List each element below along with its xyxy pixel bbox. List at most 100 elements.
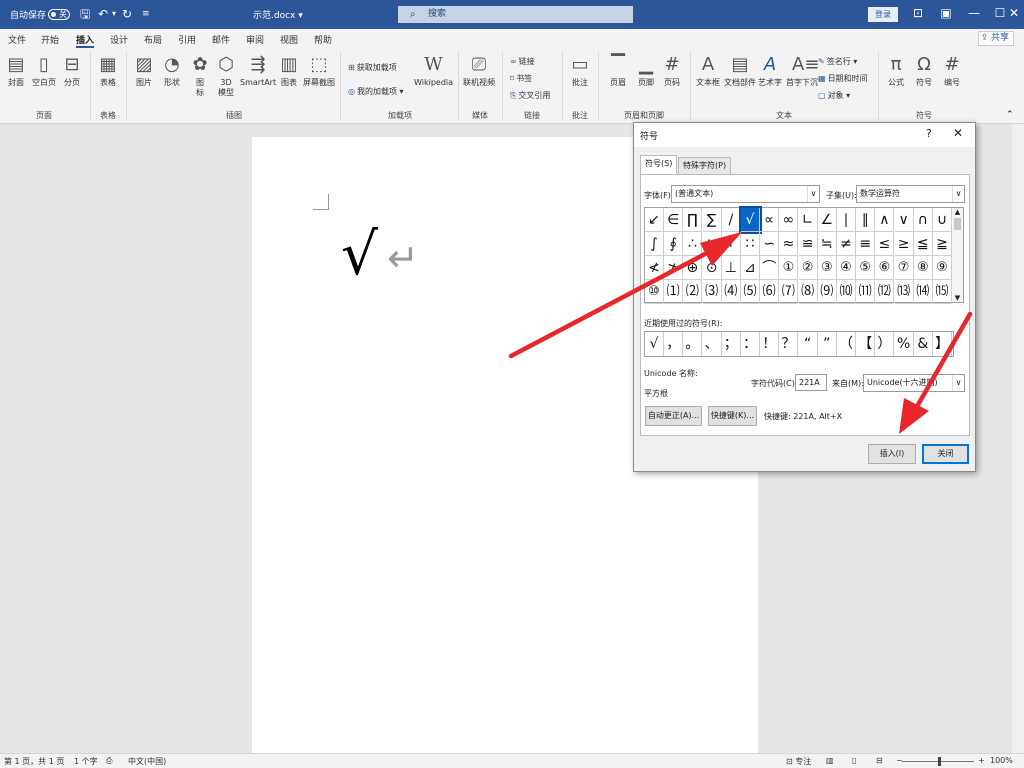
symbol-cell[interactable]: ⑦ [894, 256, 914, 280]
symbol-cell[interactable]: ≒ [817, 232, 837, 256]
symbol-cell[interactable]: ∷ [741, 232, 760, 256]
table-button[interactable]: ▦ 表格 [98, 54, 118, 88]
recent-symbol-cell[interactable]: ， [664, 332, 684, 356]
scroll-up-icon[interactable]: ▲ [952, 208, 963, 216]
proofing-icon[interactable]: ⎙ [106, 756, 112, 766]
wordart-button[interactable]: A 艺术字 [758, 54, 782, 88]
char-code-input[interactable]: 221A [795, 374, 827, 391]
icons-button[interactable]: ✿ 图标 [190, 54, 210, 98]
symbol-cell[interactable]: ∈ [664, 208, 684, 232]
shapes-button[interactable]: ◔ 形状 [162, 54, 182, 88]
tab-home[interactable]: 开始 [41, 33, 59, 46]
recent-symbol-cell[interactable]: ？ [779, 332, 799, 356]
symbol-cell[interactable]: ⒁ [913, 280, 933, 304]
symbol-cell[interactable]: ⑺ [779, 280, 799, 304]
chart-button[interactable]: ▥ 图表 [279, 54, 299, 88]
symbol-cell[interactable]: ② [798, 256, 818, 280]
pictures-button[interactable]: ▨ 图片 [134, 54, 154, 88]
collapse-ribbon-icon[interactable]: ⌃ [1006, 110, 1014, 120]
symbol-cell[interactable]: ⑨ [933, 256, 952, 280]
save-icon[interactable]: 🖫 [80, 7, 90, 21]
tab-symbols[interactable]: 符号(S) [640, 155, 678, 174]
read-mode-icon[interactable]: ▥ [826, 756, 834, 765]
symbol-cell[interactable]: ∑ [702, 208, 722, 232]
symbol-cell[interactable]: ≧ [933, 232, 952, 256]
get-addins-button[interactable]: ⊞ 获取加载项 [348, 62, 397, 73]
dialog-title-bar[interactable]: 符号 ? ✕ [634, 123, 975, 147]
symbol-cell[interactable]: ≡ [856, 232, 876, 256]
symbol-cell[interactable]: ∵ [702, 232, 722, 256]
recent-symbol-cell[interactable]: ” [818, 332, 837, 356]
tab-design[interactable]: 设计 [110, 33, 128, 46]
tab-references[interactable]: 引用 [178, 33, 196, 46]
blank-page-button[interactable]: ▯ 空白页 [32, 54, 56, 88]
recent-symbol-cell[interactable]: “ [799, 332, 818, 356]
login-button[interactable]: 登录 [868, 7, 898, 22]
link-button[interactable]: ∞ 链接 [510, 56, 535, 67]
recent-symbol-cell[interactable]: & [914, 332, 933, 356]
quick-parts-button[interactable]: ▤ 文档部件 [724, 54, 756, 88]
symbol-cell[interactable]: ⑷ [721, 280, 741, 304]
symbol-cell[interactable]: ≮ [645, 256, 664, 280]
inserted-symbol[interactable]: √ [341, 222, 378, 286]
word-count[interactable]: 1 个字 [74, 756, 98, 767]
symbol-cell-selected[interactable]: √ [739, 206, 762, 234]
recent-symbol-cell[interactable]: 】 [933, 332, 952, 356]
symbol-grid-scrollbar[interactable]: ▲ ▼ [952, 207, 964, 303]
recent-symbol-cell[interactable]: ： [741, 332, 760, 356]
symbol-cell[interactable]: ⑩ [645, 280, 664, 304]
symbol-cell[interactable]: ≥ [894, 232, 914, 256]
symbol-cell[interactable]: ⑧ [913, 256, 933, 280]
page-break-button[interactable]: ⊟ 分页 [62, 54, 82, 88]
bookmark-button[interactable]: ⌑ 书签 [510, 73, 532, 84]
symbol-cell[interactable]: ≈ [779, 232, 799, 256]
zoom-in-button[interactable]: + [978, 756, 985, 765]
symbol-cell[interactable]: ∏ [683, 208, 703, 232]
recent-symbol-cell[interactable]: % [895, 332, 914, 356]
symbol-button[interactable]: Ω 符号 [914, 54, 934, 88]
object-button[interactable]: ▢ 对象 ▾ [818, 90, 850, 101]
symbol-cell[interactable]: ∣ [837, 208, 856, 232]
symbol-cell[interactable]: ⑿ [875, 280, 895, 304]
comment-button[interactable]: ▭ 批注 [570, 54, 590, 88]
symbol-cell[interactable]: ≦ [913, 232, 933, 256]
search-input[interactable]: ⌕ 搜索 [398, 6, 633, 23]
cross-reference-button[interactable]: ⎘ 交叉引用 [510, 90, 550, 101]
symbol-cell[interactable]: ⑻ [798, 280, 818, 304]
account-icon[interactable]: ⊡ [908, 6, 928, 20]
symbol-cell[interactable]: ⊿ [741, 256, 760, 280]
symbol-cell[interactable]: ∥ [856, 208, 876, 232]
symbol-cell[interactable]: ⊥ [721, 256, 741, 280]
tab-mailings[interactable]: 邮件 [212, 33, 230, 46]
print-layout-icon[interactable]: ▯ [852, 756, 856, 765]
autocorrect-button[interactable]: 自动更正(A)... [645, 406, 702, 426]
tab-special-characters[interactable]: 特殊字符(P) [678, 157, 732, 174]
symbol-cell[interactable]: ⊕ [683, 256, 703, 280]
symbol-cell[interactable]: ⌒ [760, 256, 780, 280]
wikipedia-button[interactable]: W Wikipedia [414, 54, 453, 88]
symbol-cell[interactable]: ⑹ [760, 280, 780, 304]
tab-help[interactable]: 帮助 [314, 33, 332, 46]
symbol-cell[interactable]: ⑵ [683, 280, 703, 304]
symbol-cell[interactable]: ⑼ [817, 280, 837, 304]
screenshot-button[interactable]: ⬚ 屏幕截图 [303, 54, 335, 88]
vertical-scrollbar[interactable] [1012, 124, 1024, 753]
symbol-cell[interactable]: ≤ [875, 232, 895, 256]
footer-button[interactable]: ▁ 页脚 [636, 54, 656, 88]
symbol-cell[interactable]: ∩ [913, 208, 933, 232]
symbol-cell[interactable]: ∪ [933, 208, 952, 232]
recent-symbol-cell[interactable]: ！ [760, 332, 780, 356]
symbol-cell[interactable]: ∝ [760, 208, 780, 232]
symbol-cell[interactable]: ≌ [798, 232, 818, 256]
symbol-cell[interactable]: ∫ [645, 232, 664, 256]
recent-symbol-cell[interactable]: 。 [683, 332, 703, 356]
font-select[interactable]: (普通文本) ∨ [671, 185, 820, 203]
symbol-cell[interactable]: ≠ [837, 232, 856, 256]
undo-dropdown-icon[interactable]: ▾ [112, 7, 116, 21]
tab-insert[interactable]: 插入 [76, 33, 95, 48]
symbol-cell[interactable]: ∶ [721, 232, 741, 256]
symbol-cell[interactable]: ⑴ [664, 280, 684, 304]
share-button[interactable]: 共享 [978, 31, 1014, 46]
symbol-cell[interactable]: ⑶ [702, 280, 722, 304]
symbol-cell[interactable]: ⑾ [856, 280, 876, 304]
